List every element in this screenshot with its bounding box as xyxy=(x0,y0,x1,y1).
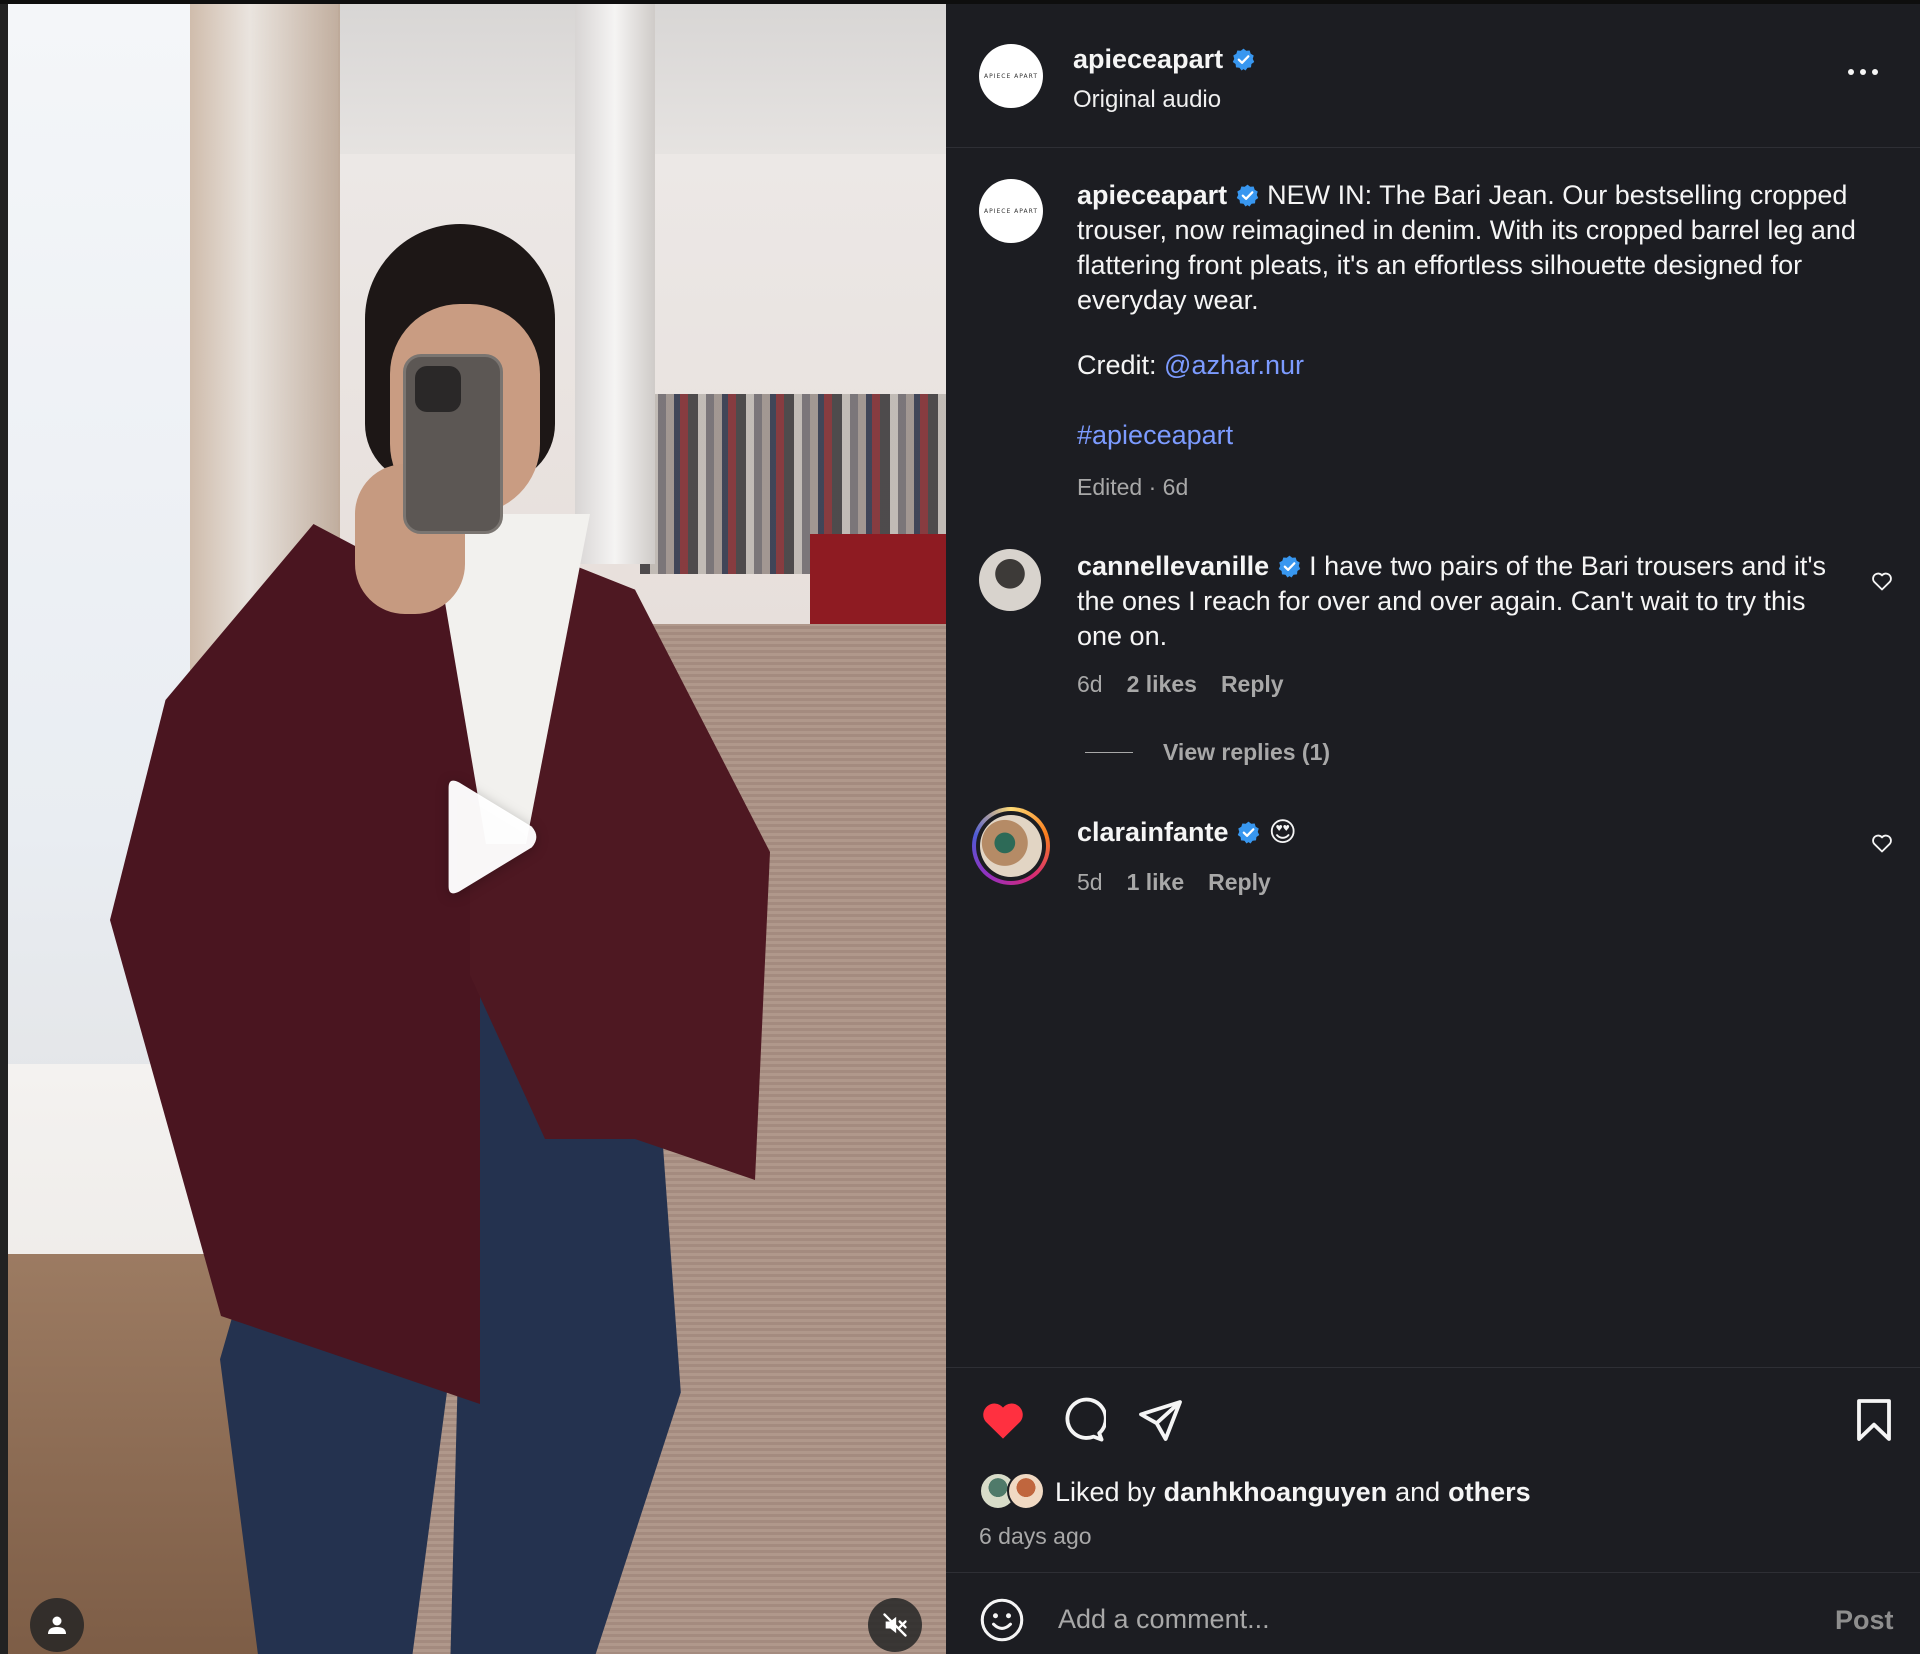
model-cardigan-left xyxy=(110,524,480,1404)
comment-meta: 6d 2 likes Reply xyxy=(1077,671,1284,698)
commenter-avatar[interactable] xyxy=(979,549,1041,611)
author-username[interactable]: apieceapart xyxy=(1073,44,1223,75)
comment-likes[interactable]: 2 likes xyxy=(1127,671,1197,698)
post-comment-button[interactable]: Post xyxy=(1835,1605,1894,1636)
liker-avatar xyxy=(1007,1472,1045,1510)
post-panel: APIECE APART apieceapart Original audio … xyxy=(946,0,1920,1654)
comment-meta: 5d 1 like Reply xyxy=(1077,869,1271,896)
credit-label: Credit: xyxy=(1077,350,1157,380)
liked-by-and: and xyxy=(1395,1476,1441,1507)
comment-body: 😍 xyxy=(1268,817,1297,847)
mute-button[interactable] xyxy=(868,1598,922,1652)
user-icon xyxy=(48,1616,66,1634)
author-avatar[interactable]: APIECE APART xyxy=(979,44,1043,108)
comment-time[interactable]: 5d xyxy=(1077,869,1103,896)
share-paper-plane-icon[interactable] xyxy=(1136,1396,1184,1444)
emoji-icon[interactable] xyxy=(979,1597,1025,1643)
replies-divider xyxy=(1085,752,1133,753)
credit-mention-link[interactable]: @azhar.nur xyxy=(1164,350,1304,380)
liked-by-others-link[interactable]: others xyxy=(1448,1477,1531,1508)
model-figure xyxy=(100,214,800,1654)
post-header: APIECE APART apieceapart Original audio xyxy=(946,8,1920,148)
hashtag-link[interactable]: #apieceapart xyxy=(1077,420,1233,451)
more-horizontal-icon[interactable] xyxy=(1846,58,1880,78)
avatar-wordmark: APIECE APART xyxy=(983,72,1038,80)
reply-button[interactable]: Reply xyxy=(1208,869,1271,896)
liked-by-user-link[interactable]: danhkhoanguyen xyxy=(1164,1477,1388,1508)
comment-text-block: cannellevanille I have two pairs of the … xyxy=(1077,549,1837,654)
heart-outline-icon[interactable] xyxy=(1870,569,1894,593)
reel-video[interactable] xyxy=(0,0,946,1654)
author-name-row: apieceapart xyxy=(1073,44,1256,75)
caption-text-block: apieceapart NEW IN: The Bari Jean. Our b… xyxy=(1077,178,1877,318)
video-edge xyxy=(0,4,8,1654)
comment-icon[interactable] xyxy=(1058,1396,1106,1444)
heart-filled-icon[interactable] xyxy=(979,1396,1027,1444)
commenter-avatar xyxy=(980,815,1042,877)
comment-author[interactable]: clarainfante xyxy=(1077,817,1229,847)
comment-time[interactable]: 6d xyxy=(1077,671,1103,698)
verified-badge-icon xyxy=(1237,821,1260,844)
model-phone-camera xyxy=(415,366,461,412)
verified-badge-icon xyxy=(1232,48,1255,71)
caption-credit: Credit: @azhar.nur xyxy=(1077,350,1304,381)
avatar-ring-gap xyxy=(976,811,1046,881)
view-replies-button[interactable]: View replies (1) xyxy=(1085,739,1330,766)
audio-label[interactable]: Original audio xyxy=(1073,86,1221,114)
view-replies-label: View replies (1) xyxy=(1163,739,1331,765)
caption-author-avatar[interactable]: APIECE APART xyxy=(979,179,1043,243)
liker-avatars[interactable] xyxy=(979,1472,1047,1512)
speaker-muted-icon xyxy=(883,1613,907,1637)
liked-by-prefix: Liked by xyxy=(1055,1476,1156,1507)
bookmark-icon[interactable] xyxy=(1850,1396,1898,1444)
reply-button[interactable]: Reply xyxy=(1221,671,1284,698)
avatar-wordmark: APIECE APART xyxy=(983,207,1038,215)
commenter-avatar-story-ring[interactable] xyxy=(972,807,1050,885)
heart-outline-icon[interactable] xyxy=(1870,831,1894,855)
comment-text-block: clarainfante 😍 xyxy=(1077,815,1837,850)
liked-by-row: Liked by danhkhoanguyen and others xyxy=(979,1472,1539,1512)
verified-badge-icon xyxy=(1278,555,1300,578)
caption-meta: Edited · 6d xyxy=(1077,474,1189,500)
verified-badge-icon xyxy=(1236,184,1258,207)
comment-composer: Post xyxy=(946,1572,1920,1654)
caption-author[interactable]: apieceapart xyxy=(1077,180,1227,210)
tagged-user-button[interactable] xyxy=(30,1598,84,1652)
post-timestamp[interactable]: 6 days ago xyxy=(979,1523,1092,1550)
comment-likes[interactable]: 1 like xyxy=(1127,869,1185,896)
comment-input[interactable] xyxy=(1058,1595,1758,1643)
play-icon[interactable] xyxy=(420,772,550,902)
comment-author[interactable]: cannellevanille xyxy=(1077,551,1269,581)
